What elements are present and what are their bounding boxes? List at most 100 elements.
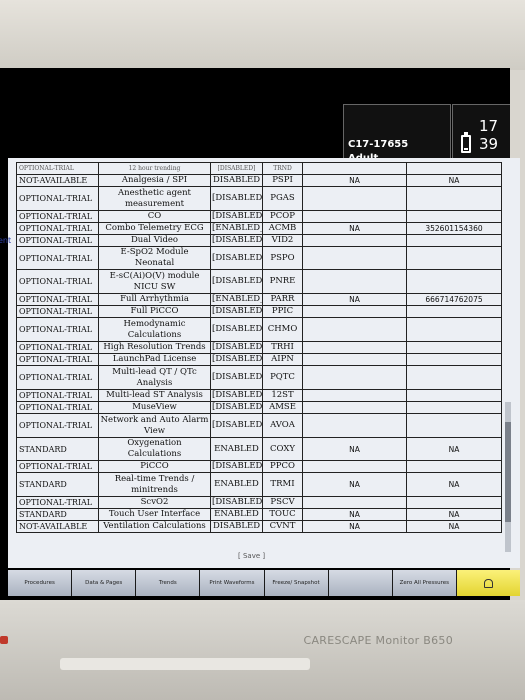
- table-row[interactable]: OPTIONAL-TRIAL Full PiCCO [DISABLED] PPI…: [16, 305, 502, 318]
- table-cell: Anesthetic agent measurement: [98, 186, 211, 211]
- table-row[interactable]: OPTIONAL-TRIAL Multi-lead QT / QTc Analy…: [16, 365, 502, 390]
- table-cell: NOT-AVAILABLE: [16, 174, 99, 187]
- table-cell: [DISABLED]: [210, 389, 263, 402]
- table-cell: [ENABLED_]: [210, 222, 263, 235]
- table-row[interactable]: OPTIONAL-TRIAL Network and Auto Alarm Vi…: [16, 413, 502, 438]
- table-cell: NA: [406, 174, 502, 187]
- patient-id: C17-17655: [348, 139, 409, 150]
- table-cell: OPTIONAL-TRIAL: [16, 210, 99, 223]
- table-cell: OPTIONAL-TRIAL: [16, 246, 99, 270]
- table-cell: LaunchPad License: [98, 353, 211, 366]
- table-row[interactable]: OPTIONAL-TRIAL E-SpO2 Module Neonatal [D…: [16, 246, 502, 270]
- table-cell: [302, 246, 407, 270]
- trends-key[interactable]: Trends: [136, 570, 200, 596]
- table-cell: High Resolution Trends: [98, 341, 211, 354]
- table-row[interactable]: OPTIONAL-TRIAL High Resolution Trends [D…: [16, 341, 502, 354]
- table-row[interactable]: STANDARD Real-time Trends / minitrends E…: [16, 472, 502, 497]
- table-cell: PARR: [262, 293, 303, 306]
- table-cell: [DISABLED]: [210, 341, 263, 354]
- table-cell: [302, 234, 407, 247]
- table-cell: [302, 269, 407, 294]
- table-row[interactable]: OPTIONAL-TRIAL MuseView [DISABLED] AMSE: [16, 401, 502, 414]
- table-cell: OPTIONAL-TRIAL: [16, 305, 99, 318]
- monitor-stand: [60, 658, 310, 670]
- table-cell: [406, 246, 502, 270]
- table-row[interactable]: OPTIONAL-TRIAL Multi-lead ST Analysis [D…: [16, 389, 502, 402]
- table-cell: 666714762075: [406, 293, 502, 306]
- zero-all-pressures-key[interactable]: Zero All Pressures: [392, 570, 456, 596]
- table-cell: PiCCO: [98, 460, 211, 473]
- table-cell: CO: [98, 210, 211, 223]
- table-row[interactable]: NOT-AVAILABLE Ventilation Calculations D…: [16, 520, 502, 533]
- table-row[interactable]: OPTIONAL-TRIAL ScvO2 [DISABLED] PSCV: [16, 496, 502, 509]
- table-cell: 352601154360: [406, 222, 502, 235]
- table-cell: [DISABLED]: [210, 162, 263, 175]
- table-cell: STANDARD: [16, 472, 99, 497]
- table-row: OPTIONAL-TRIAL 12 hour trending [DISABLE…: [16, 162, 502, 175]
- table-cell: NA: [302, 520, 407, 533]
- table-row[interactable]: OPTIONAL-TRIAL Dual Video [DISABLED] VID…: [16, 234, 502, 247]
- table-row[interactable]: OPTIONAL-TRIAL E-sC(Ai)O(V) module NICU …: [16, 269, 502, 294]
- table-cell: [302, 353, 407, 366]
- table-cell: [406, 162, 502, 175]
- save-button[interactable]: [ Save ]: [238, 552, 265, 560]
- table-cell: Full Arrhythmia: [98, 293, 211, 306]
- table-cell: NA: [302, 437, 407, 461]
- data-pages-key[interactable]: Data & Pages: [72, 570, 136, 596]
- table-cell: [DISABLED]: [210, 234, 263, 247]
- table-cell: PPCO: [262, 460, 303, 473]
- table-row[interactable]: OPTIONAL-TRIAL Hemodynamic Calculations …: [16, 317, 502, 342]
- table-cell: CHMO: [262, 317, 303, 342]
- brand-label: CARESCAPE Monitor B650: [303, 634, 453, 647]
- license-table: OPTIONAL-TRIAL 12 hour trending [DISABLE…: [16, 162, 502, 533]
- table-cell: TRHI: [262, 341, 303, 354]
- table-cell: NA: [406, 508, 502, 521]
- scroll-thumb[interactable]: [505, 422, 511, 522]
- table-cell: OPTIONAL-TRIAL: [16, 269, 99, 294]
- table-cell: OPTIONAL-TRIAL: [16, 317, 99, 342]
- freeze-snapshot-key[interactable]: Freeze/ Snapshot: [264, 570, 328, 596]
- table-cell: Real-time Trends / minitrends: [98, 472, 211, 497]
- table-cell: OPTIONAL-TRIAL: [16, 293, 99, 306]
- table-row[interactable]: OPTIONAL-TRIAL CO [DISABLED] PCOP: [16, 210, 502, 223]
- table-cell: [302, 496, 407, 509]
- battery-icon: [461, 132, 471, 153]
- table-cell: TRMI: [262, 472, 303, 497]
- table-cell: NA: [302, 508, 407, 521]
- table-scrollbar[interactable]: [505, 402, 511, 552]
- table-cell: ACMB: [262, 222, 303, 235]
- table-cell: [406, 389, 502, 402]
- table-row[interactable]: OPTIONAL-TRIAL Combo Telemetry ECG [ENAB…: [16, 222, 502, 235]
- table-cell: DISABLED: [210, 174, 263, 187]
- print-waveforms-key[interactable]: Print Waveforms: [200, 570, 264, 596]
- procedures-key[interactable]: Procedures: [8, 570, 72, 596]
- table-cell: [DISABLED]: [210, 210, 263, 223]
- table-row[interactable]: STANDARD Oxygenation Calculations ENABLE…: [16, 437, 502, 461]
- blank-key[interactable]: [328, 570, 392, 596]
- table-cell: [406, 413, 502, 438]
- table-cell: OPTIONAL-TRIAL: [16, 222, 99, 235]
- table-row[interactable]: OPTIONAL-TRIAL PiCCO [DISABLED] PPCO: [16, 460, 502, 473]
- table-cell: [DISABLED]: [210, 460, 263, 473]
- table-cell: Multi-lead QT / QTc Analysis: [98, 365, 211, 390]
- table-row[interactable]: OPTIONAL-TRIAL Full Arrhythmia [ENABLED_…: [16, 293, 502, 306]
- table-cell: [406, 365, 502, 390]
- table-cell: [406, 269, 502, 294]
- table-cell: Ventilation Calculations: [98, 520, 211, 533]
- table-row[interactable]: OPTIONAL-TRIAL LaunchPad License [DISABL…: [16, 353, 502, 366]
- table-cell: ENABLED: [210, 472, 263, 497]
- table-cell: OPTIONAL-TRIAL: [16, 341, 99, 354]
- table-cell: [406, 460, 502, 473]
- table-row[interactable]: NOT-AVAILABLE Analgesia / SPI DISABLED P…: [16, 174, 502, 187]
- table-cell: PSPO: [262, 246, 303, 270]
- table-cell: 12 hour trending: [98, 162, 211, 175]
- table-cell: [ENABLED_]: [210, 293, 263, 306]
- table-cell: Analgesia / SPI: [98, 174, 211, 187]
- table-cell: [DISABLED]: [210, 353, 263, 366]
- table-cell: Combo Telemetry ECG: [98, 222, 211, 235]
- table-cell: [406, 210, 502, 223]
- table-cell: [DISABLED]: [210, 269, 263, 294]
- table-row[interactable]: STANDARD Touch User Interface ENABLED TO…: [16, 508, 502, 521]
- table-row[interactable]: OPTIONAL-TRIAL Anesthetic agent measurem…: [16, 186, 502, 211]
- alarm-key[interactable]: [456, 570, 520, 596]
